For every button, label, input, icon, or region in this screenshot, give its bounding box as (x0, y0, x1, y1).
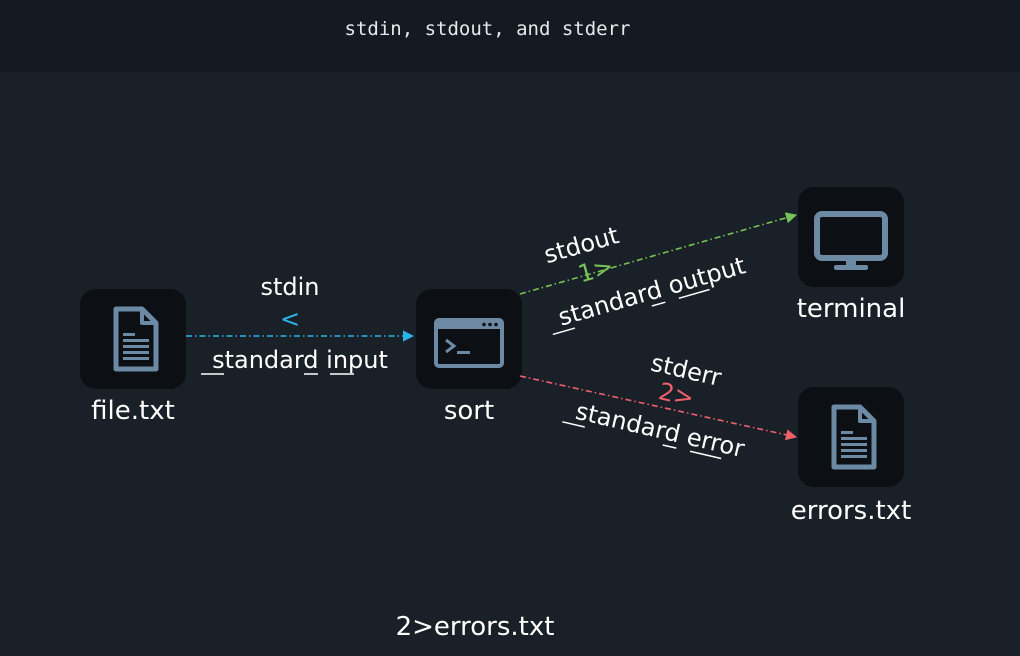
command-caption: 2>errors.txt (395, 612, 555, 642)
edges-layer: stdin < standard input stdout 1> standar… (186, 212, 798, 463)
stdin-name: stdin (260, 273, 319, 301)
stdin-description: standard input (212, 346, 388, 374)
stderr-description: standard error (573, 397, 747, 463)
stdin-operator: < (280, 305, 300, 333)
